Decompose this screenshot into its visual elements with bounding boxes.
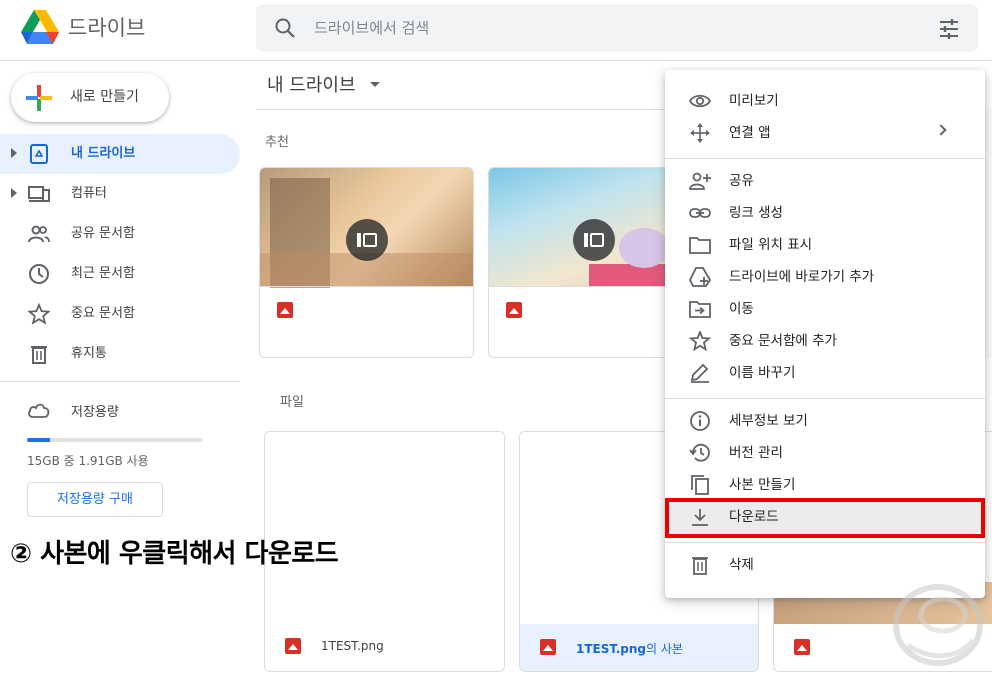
menu-item-preview[interactable]: 미리보기 — [665, 85, 985, 117]
image-file-icon — [285, 638, 301, 654]
menu-item-label: 이름 바꾸기 — [729, 365, 796, 381]
menu-item-label: 드라이브에 바로가기 추가 — [729, 269, 875, 285]
info-icon — [690, 411, 710, 431]
menu-separator — [665, 158, 985, 159]
search-bar[interactable]: 드라이브에서 검색 — [256, 4, 978, 52]
search-icon[interactable] — [274, 17, 296, 39]
my-drive-icon — [30, 144, 48, 164]
storage-progress-fill — [27, 438, 50, 442]
video-play-icon[interactable] — [573, 219, 615, 261]
sidebar-nav: 내 드라이브 컴퓨터 공유 문서함 최근 문서함 중요 문서함 휴지통 — [0, 134, 240, 374]
image-file-icon — [277, 302, 293, 318]
folder-move-icon — [689, 301, 711, 318]
watermark-logo-icon — [893, 584, 983, 666]
menu-item-move[interactable]: 이동 — [665, 293, 985, 325]
app-title[interactable]: 드라이브 — [68, 12, 145, 42]
menu-separator — [665, 398, 985, 399]
menu-item-show-location[interactable]: 파일 위치 표시 — [665, 229, 985, 261]
menu-item-label: 공유 — [729, 173, 754, 189]
video-play-icon[interactable] — [346, 219, 388, 261]
breadcrumb-dropdown-icon[interactable] — [370, 82, 380, 87]
new-button-label: 새로 만들기 — [70, 89, 139, 105]
search-input[interactable]: 드라이브에서 검색 — [314, 4, 429, 52]
trash-icon — [692, 557, 708, 575]
breadcrumb[interactable]: 내 드라이브 — [267, 71, 356, 97]
submenu-arrow-icon — [935, 124, 947, 136]
menu-separator — [665, 542, 985, 543]
sidebar-divider — [0, 381, 240, 382]
recommended-card[interactable] — [488, 167, 688, 358]
drive-logo-icon[interactable] — [21, 10, 59, 44]
files-heading: 파일 — [280, 395, 304, 410]
new-button[interactable]: 새로 만들기 — [11, 73, 169, 122]
sidebar-item-label: 컴퓨터 — [71, 186, 107, 201]
drive-shortcut-icon — [689, 267, 711, 287]
clock-icon — [29, 264, 49, 284]
top-bar: 드라이브 드라이브에서 검색 — [0, 0, 992, 61]
storage-progress-bar — [27, 438, 202, 442]
file-name: 1TEST.png의 사본 — [576, 642, 683, 656]
link-icon — [689, 208, 711, 218]
computer-icon — [28, 186, 50, 202]
sidebar-item-starred[interactable]: 중요 문서함 — [0, 294, 240, 334]
menu-item-label: 세부정보 보기 — [729, 413, 808, 429]
menu-item-label: 미리보기 — [729, 93, 779, 109]
buy-storage-button[interactable]: 저장용량 구매 — [27, 482, 163, 517]
recommended-card[interactable] — [259, 167, 474, 358]
expand-caret-icon[interactable] — [11, 148, 17, 158]
storage-label[interactable]: 저장용량 — [71, 401, 119, 420]
shared-icon — [28, 225, 50, 243]
menu-item-label: 사본 만들기 — [729, 477, 796, 493]
sidebar-item-label: 최근 문서함 — [71, 266, 135, 281]
star-icon — [689, 331, 711, 351]
pencil-icon — [690, 363, 709, 383]
trash-icon — [31, 346, 47, 364]
menu-item-rename[interactable]: 이름 바꾸기 — [665, 357, 985, 389]
menu-item-open-with[interactable]: 연결 앱 — [665, 117, 985, 149]
sidebar-item-trash[interactable]: 휴지통 — [0, 334, 240, 374]
menu-item-label: 파일 위치 표시 — [729, 237, 813, 253]
copy-icon — [691, 475, 709, 495]
image-file-icon — [506, 302, 522, 318]
storage-usage-text: 15GB 중 1.91GB 사용 — [27, 454, 149, 468]
menu-item-label: 이동 — [729, 301, 754, 317]
menu-item-details[interactable]: 세부정보 보기 — [665, 405, 985, 437]
sidebar-item-label: 중요 문서함 — [71, 306, 135, 321]
menu-item-label: 삭제 — [729, 557, 754, 573]
menu-item-add-star[interactable]: 중요 문서함에 추가 — [665, 325, 985, 357]
move-arrows-icon — [690, 123, 710, 143]
history-icon — [689, 443, 710, 462]
expand-caret-icon[interactable] — [11, 188, 17, 198]
sidebar-item-my-drive[interactable]: 내 드라이브 — [0, 134, 240, 174]
menu-item-versions[interactable]: 버전 관리 — [665, 437, 985, 469]
star-icon — [28, 303, 50, 325]
highlight-box — [665, 498, 985, 538]
eye-icon — [689, 94, 711, 108]
sidebar-item-computers[interactable]: 컴퓨터 — [0, 174, 240, 214]
menu-item-add-shortcut[interactable]: 드라이브에 바로가기 추가 — [665, 261, 985, 293]
menu-item-label: 링크 생성 — [729, 205, 783, 221]
search-options-icon[interactable] — [938, 18, 960, 40]
sidebar-item-label: 내 드라이브 — [71, 146, 136, 161]
person-add-icon — [689, 172, 711, 190]
image-file-icon — [540, 639, 556, 655]
sidebar-item-label: 휴지통 — [71, 346, 107, 361]
menu-item-get-link[interactable]: 링크 생성 — [665, 197, 985, 229]
plus-icon — [26, 85, 52, 111]
menu-item-label: 중요 문서함에 추가 — [729, 333, 837, 349]
menu-item-share[interactable]: 공유 — [665, 165, 985, 197]
menu-item-make-copy[interactable]: 사본 만들기 — [665, 469, 985, 501]
recommended-heading: 추천 — [265, 135, 289, 150]
image-file-icon — [794, 639, 810, 655]
menu-item-label: 연결 앱 — [729, 125, 771, 141]
sidebar-item-recent[interactable]: 최근 문서함 — [0, 254, 240, 294]
folder-icon — [689, 237, 711, 254]
sidebar-item-shared[interactable]: 공유 문서함 — [0, 214, 240, 254]
cloud-icon — [28, 403, 50, 418]
sidebar-item-label: 공유 문서함 — [71, 226, 135, 241]
menu-item-label: 버전 관리 — [729, 445, 783, 461]
instruction-caption: ② 사본에 우클릭해서 다운로드 — [10, 539, 339, 569]
file-name: 1TEST.png — [321, 639, 384, 653]
